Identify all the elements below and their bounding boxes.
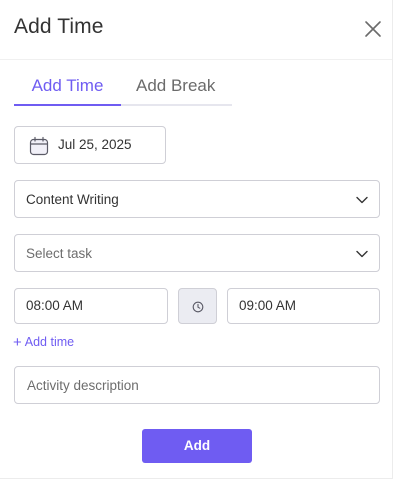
close-button[interactable] bbox=[362, 18, 384, 40]
project-select-value: Content Writing bbox=[26, 192, 119, 207]
tab-bar: Add Time Add Break bbox=[14, 74, 232, 106]
add-button[interactable]: Add bbox=[142, 429, 252, 463]
task-select-placeholder: Select task bbox=[26, 246, 93, 261]
clock-icon bbox=[192, 301, 204, 313]
calendar-icon bbox=[29, 136, 49, 156]
chevron-down-icon bbox=[356, 196, 368, 204]
add-time-link-label: Add time bbox=[24, 335, 75, 349]
chevron-down-icon bbox=[356, 250, 368, 258]
activity-description-placeholder: Activity description bbox=[27, 378, 139, 393]
date-picker-button[interactable]: Jul 25, 2025 bbox=[14, 126, 166, 164]
date-value: Jul 25, 2025 bbox=[58, 137, 132, 152]
add-time-dialog: Add Time Add Time Add Break Jul 25, 2025… bbox=[0, 0, 393, 479]
project-select[interactable]: Content Writing bbox=[14, 180, 380, 218]
dialog-header: Add Time bbox=[0, 0, 392, 60]
close-icon bbox=[365, 21, 381, 37]
tab-add-time[interactable]: Add Time bbox=[14, 76, 121, 106]
tab-add-break[interactable]: Add Break bbox=[136, 76, 232, 106]
task-select[interactable]: Select task bbox=[14, 234, 380, 272]
start-time-input[interactable]: 08:00 AM bbox=[14, 288, 168, 324]
dialog-title: Add Time bbox=[14, 15, 104, 38]
active-tab-indicator bbox=[14, 104, 121, 106]
end-time-input[interactable]: 09:00 AM bbox=[227, 288, 380, 324]
clock-button[interactable] bbox=[178, 288, 217, 324]
plus-icon: + bbox=[13, 334, 22, 351]
activity-description-input[interactable]: Activity description bbox=[14, 366, 380, 404]
add-time-link[interactable]: + Add time bbox=[13, 333, 75, 351]
